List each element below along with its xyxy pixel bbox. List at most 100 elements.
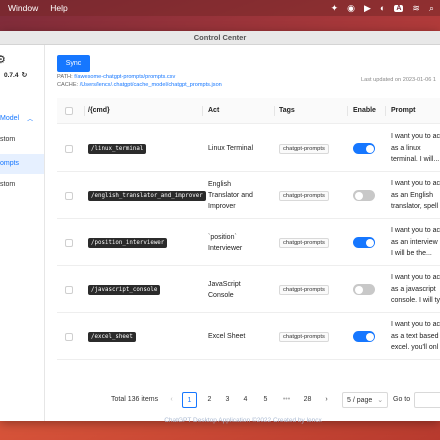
select-all-checkbox[interactable] [65,107,73,115]
toggle-knob [365,144,374,153]
prompt-text: I want you to ac as an interview I will be… [391,225,440,260]
enable-cell [353,313,375,360]
pagination-total: Total 136 items [111,396,159,403]
row-select-cell [65,266,73,313]
search-icon[interactable]: ⌕ [429,3,434,14]
page-button[interactable]: 4 [238,392,253,408]
column-divider [202,106,203,116]
pagination-ellipsis[interactable]: ••• [279,392,294,408]
goto-page-input[interactable] [414,392,440,408]
row-checkbox[interactable] [65,238,73,247]
wechat-icon[interactable]: ◉ [347,3,355,14]
prompt-line: terminal. I will... [391,156,440,164]
row-checkbox[interactable] [65,332,73,341]
table-row[interactable]: /position_interviewer `position` Intervie… [57,219,440,266]
sidebar-menu-model-label: Model [0,114,20,122]
enable-cell [353,125,375,172]
keyboard-input-icon[interactable]: A [394,4,404,12]
prompt-line: I want you to ac [391,321,440,329]
enable-toggle[interactable] [353,284,375,295]
cmd-cell: /linux_terminal [88,125,147,172]
act-line: `position` [208,233,237,241]
enable-toggle[interactable] [353,143,375,154]
prompt-line: console. I will ty [391,297,440,305]
cache-path-link[interactable]: /Users/lencx/.chatgpt/cache_model/chatgp… [80,82,222,88]
tags-cell: chatgpt-prompts [279,266,329,313]
sidebar-item-sync-custom[interactable]: stom [0,175,44,195]
cmd-cell: /javascript_console [88,266,161,313]
menu-help[interactable]: Help [50,3,67,13]
prompt-line: translator, spell [391,203,439,211]
tags-cell: chatgpt-prompts [279,219,329,266]
refresh-icon[interactable]: ↻ [21,71,27,79]
act-line: Linux Terminal [208,145,254,152]
enable-toggle[interactable] [353,331,375,342]
column-divider [84,106,85,116]
prompt-cell: I want you to ac as an English translator,… [391,172,440,219]
column-divider [347,106,348,116]
row-checkbox[interactable] [65,285,73,294]
act-cell: Excel Sheet [208,313,245,360]
next-page-icon[interactable]: › [319,392,334,408]
path-url-link[interactable]: f/awesome-chatgpt-prompts/prompts.csv [74,74,175,80]
chat-icon[interactable]: ◐ [380,3,385,13]
page-button[interactable]: 3 [220,392,235,408]
version-badge: 0.7.4 ↻ [4,71,27,80]
column-divider [274,106,275,116]
act-line: Translator and [208,192,253,199]
column-header-act[interactable]: Act [208,98,219,124]
column-header-tags[interactable]: Tags [279,98,295,124]
tag-badge: chatgpt-prompts [279,284,329,295]
sparkle-icon[interactable]: ✦ [331,3,339,14]
prompt-line: as a javascript [391,285,436,293]
toggle-knob [365,238,374,247]
table-row[interactable]: /linux_terminal Linux Terminal chatgpt-p… [57,125,440,172]
sync-button[interactable]: Sync [57,55,90,72]
prompt-line: as a text based [391,332,439,340]
goto-label: Go to [393,396,411,403]
page-button[interactable]: 2 [202,392,217,408]
prompt-line: I will be the... [391,250,432,258]
last-updated: Last updated on 2023-01-06 1 [361,77,436,83]
enable-toggle[interactable] [353,190,375,201]
column-header-prompt[interactable]: Prompt [391,98,416,124]
table-row[interactable]: /javascript_console JavaScript Console ch… [57,266,440,313]
row-checkbox[interactable] [65,144,73,153]
tag-badge: chatgpt-prompts [279,190,329,201]
row-checkbox[interactable] [65,191,73,200]
sidebar-item-user-custom[interactable]: stom [0,130,44,150]
sidebar-menu-model[interactable]: Model ︿ [0,111,44,125]
prev-page-icon[interactable]: ‹ [164,392,179,408]
cmd-tag: /javascript_console [88,284,161,295]
header-select-all-wrap [65,98,73,124]
enable-cell [353,266,375,313]
table-row[interactable]: /english_translator_and_improver English… [57,172,440,219]
play-icon[interactable]: ▶ [364,3,371,14]
enable-toggle[interactable] [353,237,375,248]
row-select-cell [65,313,73,360]
column-header-enable[interactable]: Enable [353,98,376,124]
act-line: JavaScript [208,280,241,288]
prompt-line: I want you to ac [391,227,440,235]
row-select-cell [65,125,73,172]
wifi-icon[interactable]: ≋ [412,3,420,14]
column-header-cmd[interactable]: /{cmd} [88,98,110,124]
table-row[interactable]: /excel_sheet Excel Sheet chatgpt-prompts… [57,313,440,360]
page-size-select[interactable]: 5 / page ⌄ [342,392,388,408]
cmd-cell: /english_translator_and_improver [88,172,206,219]
page-button[interactable]: 28 [300,392,315,408]
sidebar-item-sync-prompts[interactable]: ompts [0,154,44,174]
row-select-cell [65,172,73,219]
page-button[interactable]: 5 [258,392,273,408]
table-header: /{cmd} Act Tags Enable Prompt [57,98,440,124]
prompt-line: I want you to ac [391,180,440,188]
tags-cell: chatgpt-prompts [279,313,329,360]
app-logo-icon: ⚙ [0,54,6,66]
act-cell: JavaScript Console [208,266,241,313]
chevron-up-icon: ︿ [27,116,34,123]
cmd-tag: /linux_terminal [88,143,147,154]
toggle-knob [354,285,363,294]
menu-window[interactable]: Window [8,3,38,13]
page-button[interactable]: 1 [182,392,197,408]
act-line: Console [208,291,234,299]
